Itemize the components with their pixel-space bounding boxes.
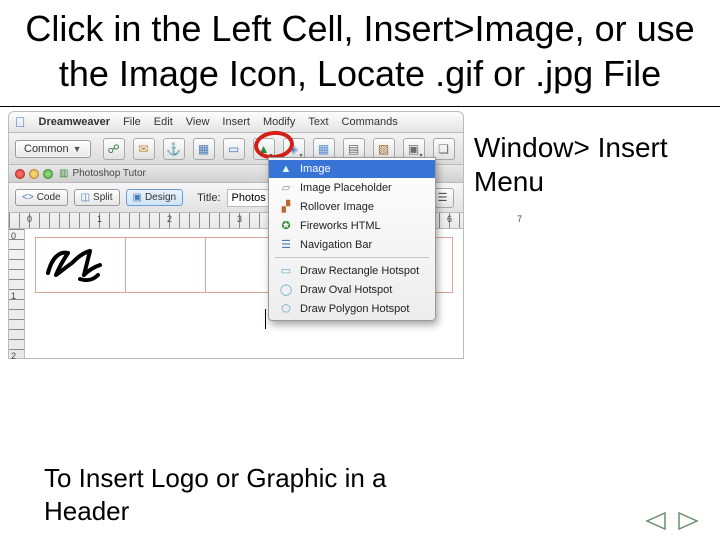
view-design-button[interactable]: ▣Design: [126, 189, 184, 206]
named-anchor-button[interactable]: ⚓: [163, 138, 185, 160]
menu-item-draw-rect-hotspot[interactable]: ▭ Draw Rectangle Hotspot: [269, 261, 435, 280]
document-tab-label: Photoshop Tutor: [72, 168, 145, 179]
menu-item-label: Image Placeholder: [300, 182, 392, 194]
ruler-tick: 2: [11, 351, 16, 361]
menu-item-label: Image: [300, 163, 331, 175]
menu-item-image[interactable]: ▲ Image: [269, 160, 435, 178]
code-icon: <>: [22, 192, 34, 203]
zoom-icon[interactable]: [43, 169, 53, 179]
comment-icon: ▧: [378, 142, 389, 156]
ruler-tick: 3: [237, 214, 242, 224]
view-label: Design: [145, 192, 176, 203]
view-label: Code: [37, 192, 61, 203]
ruler-tick: 0: [11, 231, 16, 241]
menubar-item-edit[interactable]: Edit: [154, 116, 173, 128]
slide-title: Click in the Left Cell, Insert>Image, or…: [0, 0, 720, 107]
apple-icon[interactable]: : [15, 114, 26, 130]
oval-icon: ◯: [279, 283, 293, 296]
image-dropdown-menu: ▲ Image ▱ Image Placeholder ▞ Rollover Imag…: [268, 157, 436, 321]
template-icon: ▣: [408, 142, 419, 156]
page-icon: ▥: [59, 168, 68, 179]
menu-item-label: Draw Oval Hotspot: [300, 284, 392, 296]
insert-toolbar: Common ▼ ☍ ✉ ⚓ ▦ ▭ ▲▾ ◈▾ ▦ ▤ ▧ ▣▾ ❏ ▲Ima…: [8, 133, 464, 165]
menubar-item-commands[interactable]: Commands: [342, 116, 398, 128]
menubar-item-modify[interactable]: Modify: [263, 116, 295, 128]
insert-category-dropdown[interactable]: Common ▼: [15, 140, 91, 158]
menu-item-draw-oval-hotspot[interactable]: ◯ Draw Oval Hotspot: [269, 280, 435, 299]
ruler-tick: 1: [11, 291, 16, 301]
mail-icon: ✉: [139, 142, 149, 156]
image-icon: ▲: [279, 163, 293, 175]
layer-button[interactable]: ▭: [223, 138, 245, 160]
menubar-item-view[interactable]: View: [186, 116, 210, 128]
list-icon: ☰: [438, 191, 448, 204]
ruler-tick: 1: [97, 214, 102, 224]
image-icon: ▲: [258, 142, 270, 156]
hyperlink-button[interactable]: ☍: [103, 138, 125, 160]
slide-nav: [642, 510, 702, 532]
polygon-icon: ⬠: [279, 302, 293, 315]
fireworks-icon: ✪: [279, 219, 293, 232]
email-link-button[interactable]: ✉: [133, 138, 155, 160]
menu-item-label: Rollover Image: [300, 201, 374, 213]
design-icon: ▣: [133, 192, 142, 203]
logo-image: [42, 245, 112, 285]
minimize-icon[interactable]: [29, 169, 39, 179]
menubar-app-name[interactable]: Dreamweaver: [39, 116, 111, 128]
ruler-tick: 2: [167, 214, 172, 224]
navbar-icon: ☰: [279, 238, 293, 251]
menu-item-label: Draw Rectangle Hotspot: [300, 265, 419, 277]
menu-item-label: Navigation Bar: [300, 239, 372, 251]
close-icon[interactable]: [15, 169, 25, 179]
menu-item-navigation-bar[interactable]: ☰ Navigation Bar: [269, 235, 435, 254]
menu-item-label: Draw Polygon Hotspot: [300, 303, 409, 315]
ruler-tick: 0: [27, 214, 32, 224]
ruler-tick: 7: [517, 214, 522, 224]
table-button[interactable]: ▦: [193, 138, 215, 160]
document-tab[interactable]: ▥ Photoshop Tutor: [59, 168, 146, 179]
side-annotation: Window> Insert Menu: [464, 107, 720, 198]
rollover-icon: ▞: [279, 200, 293, 213]
placeholder-icon: ▱: [279, 181, 293, 194]
app-screenshot:  Dreamweaver File Edit View Insert Modi…: [8, 111, 464, 359]
anchor-icon: ⚓: [166, 142, 181, 156]
bottom-caption: To Insert Logo or Graphic in a Header: [44, 462, 474, 527]
tag-icon: ❏: [438, 142, 449, 156]
menubar-item-insert[interactable]: Insert: [222, 116, 250, 128]
window-controls: [15, 169, 53, 179]
next-slide-button[interactable]: [676, 510, 702, 532]
menu-item-fireworks-html[interactable]: ✪ Fireworks HTML: [269, 216, 435, 235]
ruler-vertical: 0 1 2: [9, 229, 25, 358]
title-label: Title:: [197, 192, 220, 204]
calendar-icon: ▦: [318, 142, 329, 156]
insert-category-label: Common: [24, 143, 69, 155]
content-row:  Dreamweaver File Edit View Insert Modi…: [0, 107, 720, 359]
link-icon: ☍: [107, 142, 119, 156]
view-code-button[interactable]: <>Code: [15, 189, 68, 206]
menubar-item-file[interactable]: File: [123, 116, 141, 128]
ruler-tick: 6: [447, 214, 452, 224]
text-cursor: [265, 309, 266, 329]
menu-item-draw-polygon-hotspot[interactable]: ⬠ Draw Polygon Hotspot: [269, 299, 435, 318]
menubar-item-text[interactable]: Text: [308, 116, 328, 128]
rectangle-icon: ▭: [279, 264, 293, 277]
prev-slide-button[interactable]: [642, 510, 668, 532]
menu-divider: [275, 257, 429, 258]
media-icon: ◈: [289, 142, 298, 156]
table-icon: ▦: [198, 142, 209, 156]
chevron-down-icon: ▼: [73, 144, 82, 154]
layer-icon: ▭: [228, 142, 239, 156]
table-cell-left[interactable]: [36, 238, 126, 292]
table-cell-middle[interactable]: [126, 238, 206, 292]
split-icon: ◫: [81, 192, 90, 203]
menu-item-image-placeholder[interactable]: ▱ Image Placeholder: [269, 178, 435, 197]
mac-menubar:  Dreamweaver File Edit View Insert Modi…: [8, 111, 464, 133]
view-label: Split: [93, 192, 112, 203]
view-split-button[interactable]: ◫Split: [74, 189, 120, 206]
menu-item-rollover-image[interactable]: ▞ Rollover Image: [269, 197, 435, 216]
menu-item-label: Fireworks HTML: [300, 220, 381, 232]
document-icon: ▤: [348, 142, 359, 156]
